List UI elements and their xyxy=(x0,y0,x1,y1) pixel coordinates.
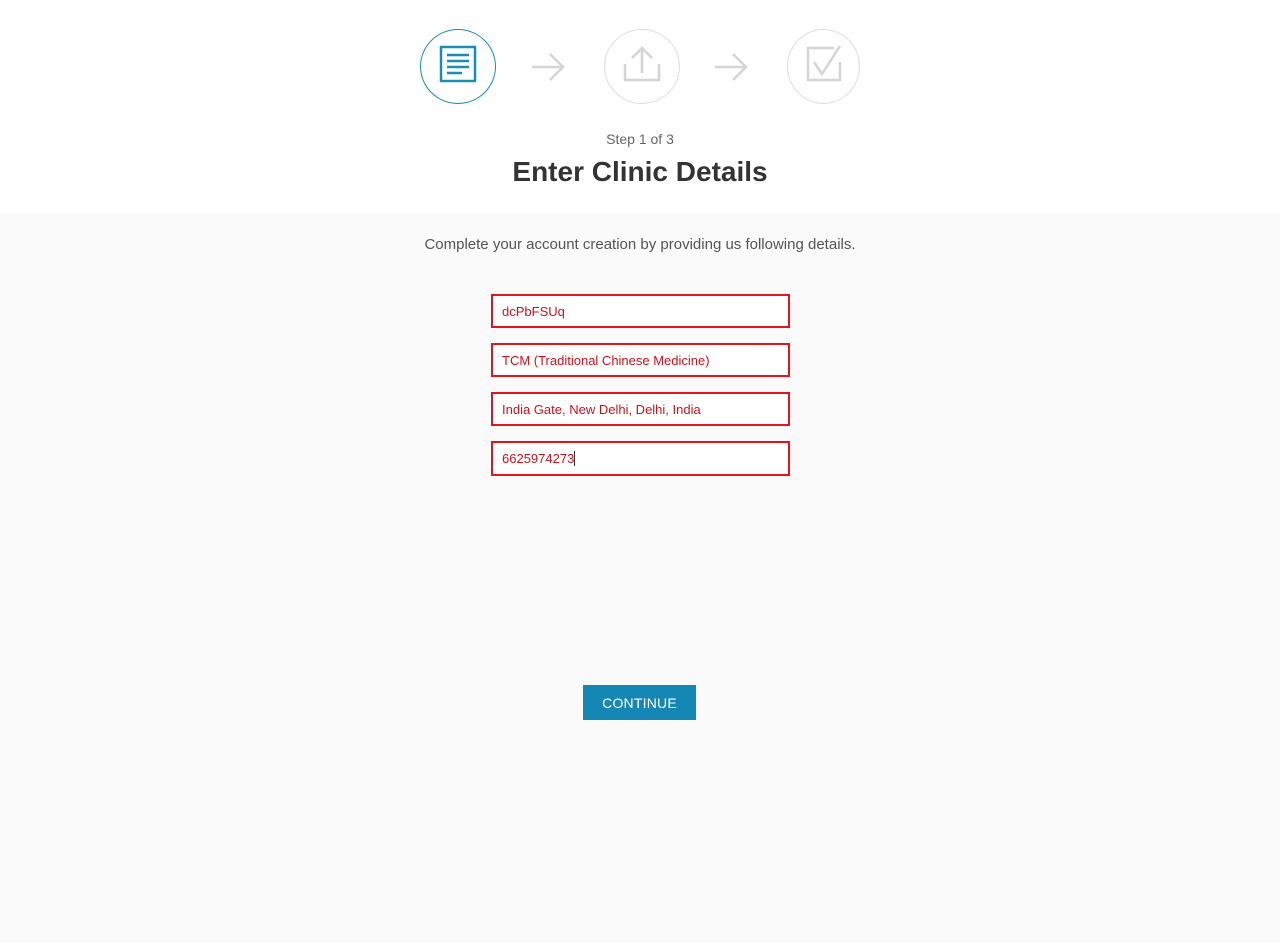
step-2-upload xyxy=(604,29,680,104)
step-3-complete xyxy=(787,29,860,104)
step-indicator xyxy=(420,29,860,105)
wizard-header: Step 1 of 3 Enter Clinic Details xyxy=(0,0,1280,213)
phone-input[interactable]: 6625974273 xyxy=(491,441,790,476)
form-subtitle: Complete your account creation by provid… xyxy=(424,236,856,253)
step-1-details xyxy=(420,29,496,104)
document-icon xyxy=(438,44,478,89)
page-title: Enter Clinic Details xyxy=(512,156,768,187)
upload-icon xyxy=(622,44,662,89)
checkmark-icon xyxy=(804,44,844,89)
phone-value: 6625974273 xyxy=(502,451,575,466)
arrow-right-icon xyxy=(530,49,566,85)
step-counter: Step 1 of 3 xyxy=(606,131,674,147)
address-input[interactable] xyxy=(491,392,790,426)
clinic-name-input[interactable] xyxy=(491,294,790,328)
text-cursor xyxy=(574,451,576,466)
arrow-right-icon xyxy=(713,49,749,85)
continue-button[interactable]: CONTINUE xyxy=(583,685,696,720)
specialty-input[interactable] xyxy=(491,343,790,377)
